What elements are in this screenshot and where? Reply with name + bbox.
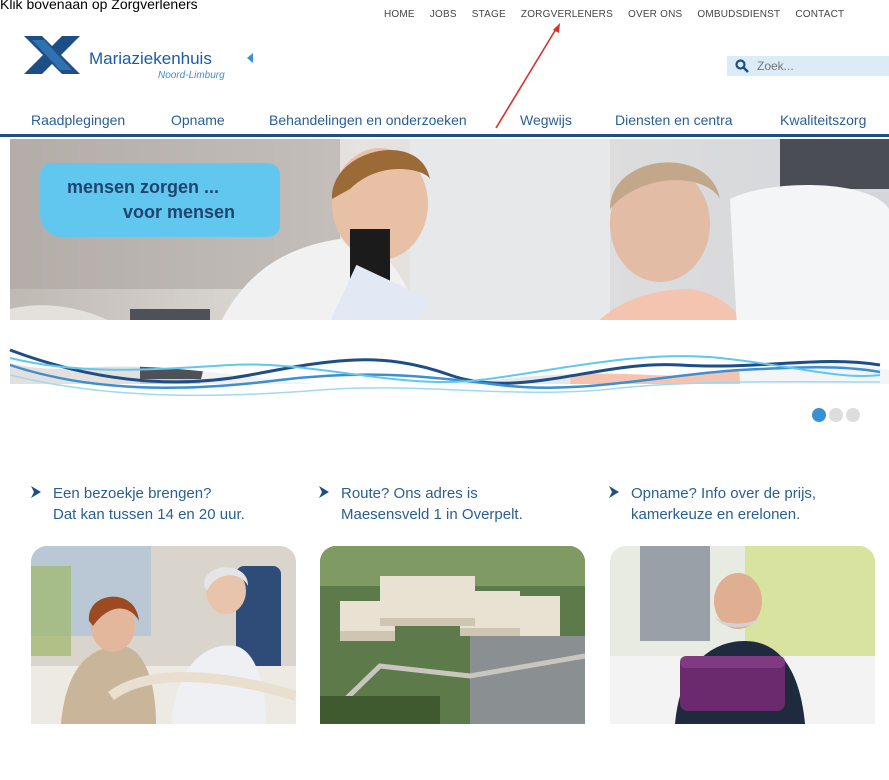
instruction-text: Klik bovenaan op Zorgverleners bbox=[0, 0, 198, 12]
slider-dot[interactable] bbox=[812, 408, 826, 422]
teaser-line1: Een bezoekje brengen? bbox=[53, 485, 212, 502]
top-nav-ombudsdienst[interactable]: OMBUDSDIENST bbox=[697, 9, 780, 20]
nav-divider bbox=[0, 134, 889, 137]
chevron-right-icon bbox=[319, 486, 329, 498]
top-nav-stage[interactable]: STAGE bbox=[472, 9, 506, 20]
teaser-line1: Route? Ons adres is bbox=[341, 485, 478, 502]
photo-visitors bbox=[31, 546, 296, 724]
search-icon[interactable] bbox=[735, 59, 749, 73]
teaser-text: Route? Ons adres is Maesensveld 1 in Ove… bbox=[341, 483, 523, 525]
nav-kwaliteitszorg[interactable]: Kwaliteitszorg bbox=[780, 112, 866, 128]
page-bottom-space bbox=[0, 740, 889, 780]
main-navigation: Raadplegingen Opname Behandelingen en on… bbox=[0, 110, 889, 134]
nav-wegwijs[interactable]: Wegwijs bbox=[520, 112, 572, 128]
teaser-line2: Maesensveld 1 in Overpelt. bbox=[341, 506, 523, 523]
top-navigation: HOME JOBS STAGE ZORGVERLENERS OVER ONS O… bbox=[384, 9, 859, 20]
logo-arrow-icon bbox=[247, 53, 253, 63]
search-input[interactable] bbox=[757, 58, 885, 74]
top-nav-contact[interactable]: CONTACT bbox=[795, 9, 844, 20]
slider-dot[interactable] bbox=[846, 408, 860, 422]
teaser-line2: Dat kan tussen 14 en 20 uur. bbox=[53, 506, 245, 523]
nav-behandelingen[interactable]: Behandelingen en onderzoeken bbox=[269, 112, 467, 128]
teaser-photo-route[interactable] bbox=[320, 546, 585, 724]
top-nav-jobs[interactable]: JOBS bbox=[430, 9, 457, 20]
nav-raadplegingen[interactable]: Raadplegingen bbox=[31, 112, 125, 128]
top-nav-home[interactable]: HOME bbox=[384, 9, 415, 20]
top-nav-over-ons[interactable]: OVER ONS bbox=[628, 9, 682, 20]
wave-decoration bbox=[0, 320, 889, 397]
teaser-line2: kamerkeuze en erelonen. bbox=[631, 506, 801, 523]
teaser-line1: Opname? Info over de prijs, bbox=[631, 485, 817, 502]
search-box bbox=[727, 56, 889, 76]
logo-subtitle: Noord-Limburg bbox=[158, 70, 225, 81]
teaser-text: Opname? Info over de prijs, kamerkeuze e… bbox=[631, 483, 816, 525]
teaser-text: Een bezoekje brengen? Dat kan tussen 14 … bbox=[53, 483, 245, 525]
teaser-photo-admission[interactable] bbox=[610, 546, 875, 724]
logo-name: Mariaziekenhuis bbox=[89, 49, 212, 68]
photo-hospital-aerial bbox=[320, 546, 585, 724]
hero-slogan-line2: voor mensen bbox=[123, 202, 236, 222]
chevron-right-icon bbox=[31, 486, 41, 498]
slider-dot[interactable] bbox=[829, 408, 843, 422]
top-nav-zorgverleners[interactable]: ZORGVERLENERS bbox=[521, 9, 613, 20]
logo-cross-icon bbox=[24, 36, 80, 74]
slider-pagination bbox=[812, 408, 860, 422]
photo-patient-suitcase bbox=[610, 546, 875, 724]
site-logo[interactable]: Mariaziekenhuis Noord-Limburg bbox=[18, 32, 253, 82]
nav-opname[interactable]: Opname bbox=[171, 112, 225, 128]
teaser-photo-visit[interactable] bbox=[31, 546, 296, 724]
chevron-right-icon bbox=[609, 486, 619, 498]
hero-slogan: mensen zorgen ... voor mensen bbox=[40, 163, 280, 237]
nav-diensten-en-centra[interactable]: Diensten en centra bbox=[615, 112, 733, 128]
hero-slogan-line1: mensen zorgen ... bbox=[67, 177, 220, 197]
